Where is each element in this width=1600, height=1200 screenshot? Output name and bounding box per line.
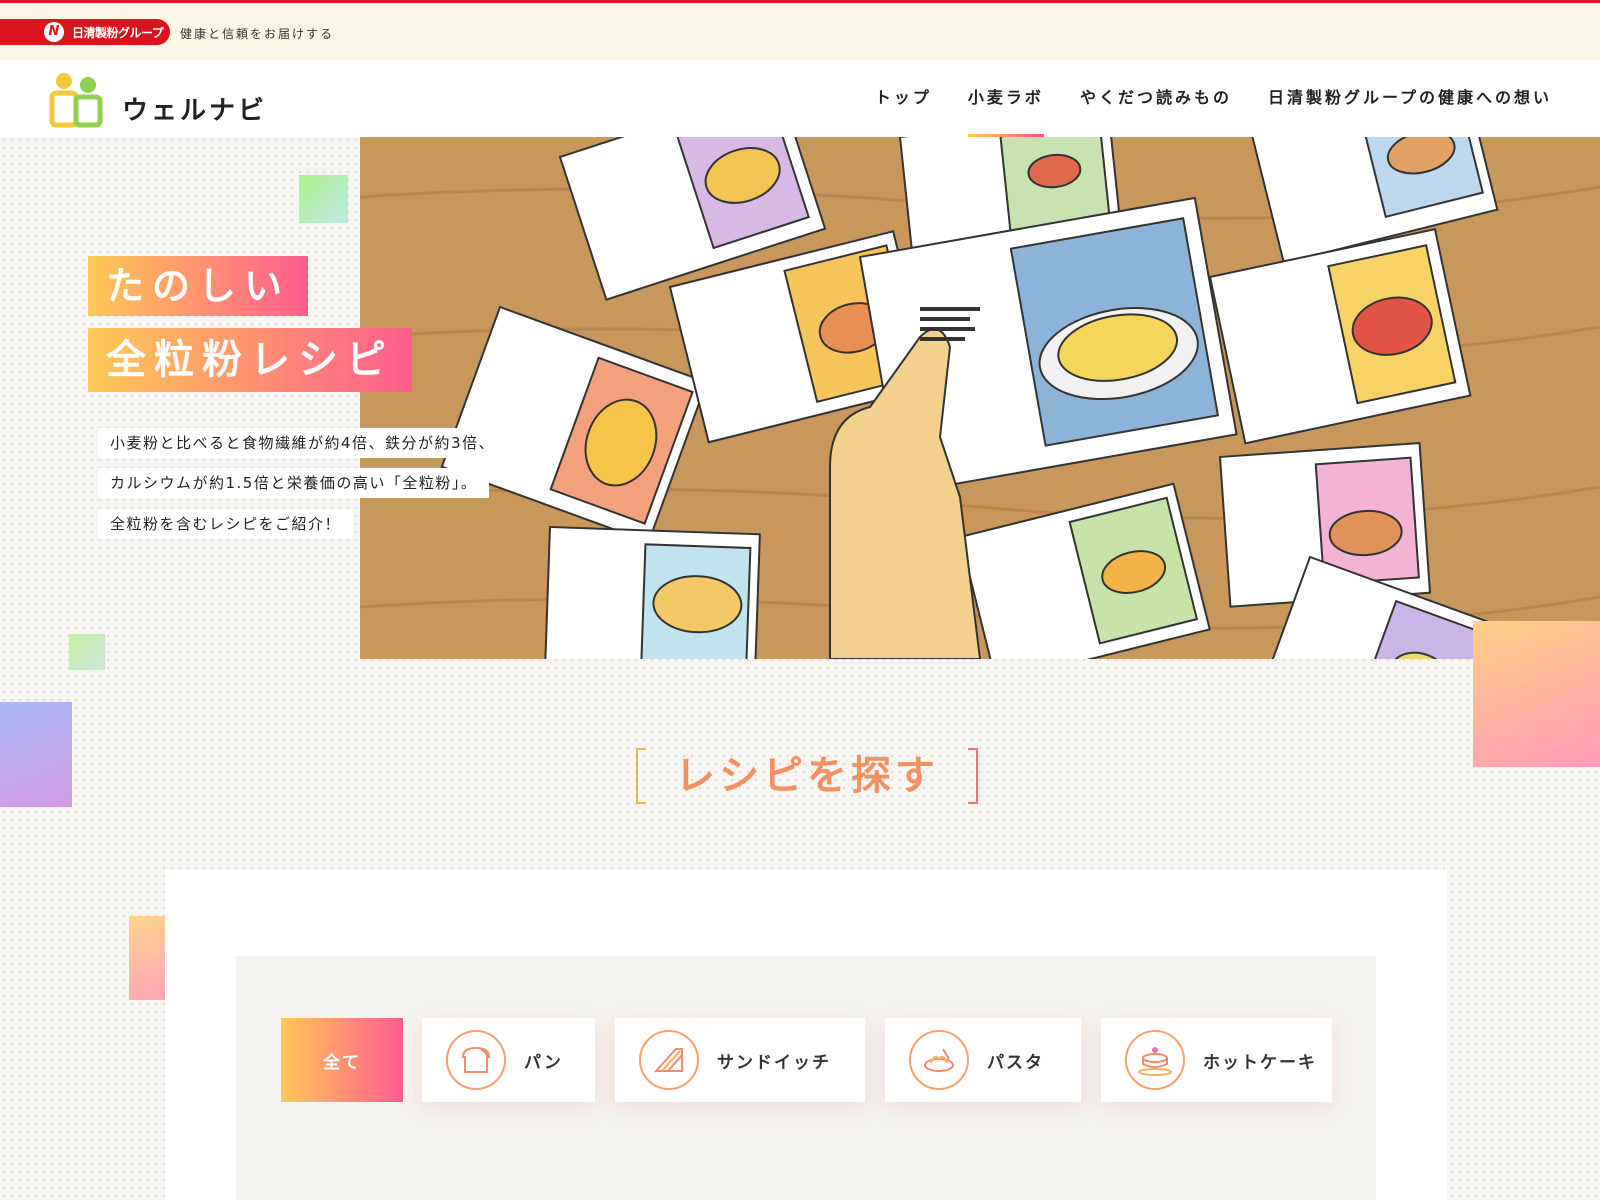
hero-description-line1: 小麦粉と比べると食物繊維が約4倍、鉄分が約3倍、 xyxy=(98,428,508,458)
filter-pasta-button[interactable]: パスタ xyxy=(885,1018,1081,1102)
title-bracket-right xyxy=(968,748,978,804)
section-title-text: レシピを探す xyxy=(675,753,939,799)
bread-icon xyxy=(446,1030,506,1090)
filter-label: サンドイッチ xyxy=(717,1052,831,1073)
group-tagline: 健康と信頼をお届けする xyxy=(180,27,335,41)
filter-label: ホットケーキ xyxy=(1203,1052,1317,1073)
nav-item-wheat-lab[interactable]: 小麦ラボ xyxy=(950,60,1062,137)
nav-item-articles[interactable]: やくだつ読みもの xyxy=(1062,60,1250,137)
filter-label: 全て xyxy=(323,1052,361,1073)
site-logo[interactable]: ウェルナビ xyxy=(46,68,276,130)
hero-title-line2: 全粒粉レシピ xyxy=(88,328,412,392)
site-header: ウェルナビ トップ 小麦ラボ やくだつ読みもの 日清製粉グループの健康への想い xyxy=(0,60,1600,137)
group-logo[interactable]: N 日清製粉グループ xyxy=(0,19,170,45)
filter-all-button[interactable]: 全て xyxy=(281,1018,403,1102)
decorative-square xyxy=(69,634,105,670)
recipe-cards-illustration xyxy=(360,137,1600,659)
nav-item-top[interactable]: トップ xyxy=(857,60,950,137)
group-logo-name: 日清製粉グループ xyxy=(72,25,164,40)
decorative-square xyxy=(0,702,72,807)
filter-sandwich-button[interactable]: サンドイッチ xyxy=(615,1018,865,1102)
filter-pancake-button[interactable]: ホットケーキ xyxy=(1101,1018,1332,1102)
decorative-square xyxy=(299,175,348,223)
nav-item-group-health[interactable]: 日清製粉グループの健康への想い xyxy=(1250,60,1570,137)
group-logo-mark: N xyxy=(44,22,64,42)
filter-bread-button[interactable]: パン xyxy=(422,1018,595,1102)
hero-title-line1: たのしい xyxy=(88,256,309,316)
decorative-square xyxy=(1473,621,1600,767)
group-bar: N 日清製粉グループ 健康と信頼をお届けする xyxy=(0,0,1600,60)
hero-description-line3: 全粒粉を含むレシピをご紹介！ xyxy=(98,509,354,539)
pasta-icon xyxy=(909,1030,969,1090)
section-title-search: レシピを探す xyxy=(636,748,978,804)
site-logo-icon xyxy=(49,73,103,128)
title-bracket-left xyxy=(636,748,646,804)
hero-illustration xyxy=(360,137,1600,659)
pancake-icon xyxy=(1125,1030,1185,1090)
filter-label: パン xyxy=(524,1052,563,1073)
main-nav: トップ 小麦ラボ やくだつ読みもの 日清製粉グループの健康への想い xyxy=(857,60,1570,137)
sandwich-icon xyxy=(639,1030,699,1090)
filter-label: パスタ xyxy=(987,1052,1044,1073)
site-logo-name: ウェルナビ xyxy=(122,96,268,126)
hero-description-line2: カルシウムが約1.5倍と栄養価の高い「全粒粉」。 xyxy=(98,468,490,498)
